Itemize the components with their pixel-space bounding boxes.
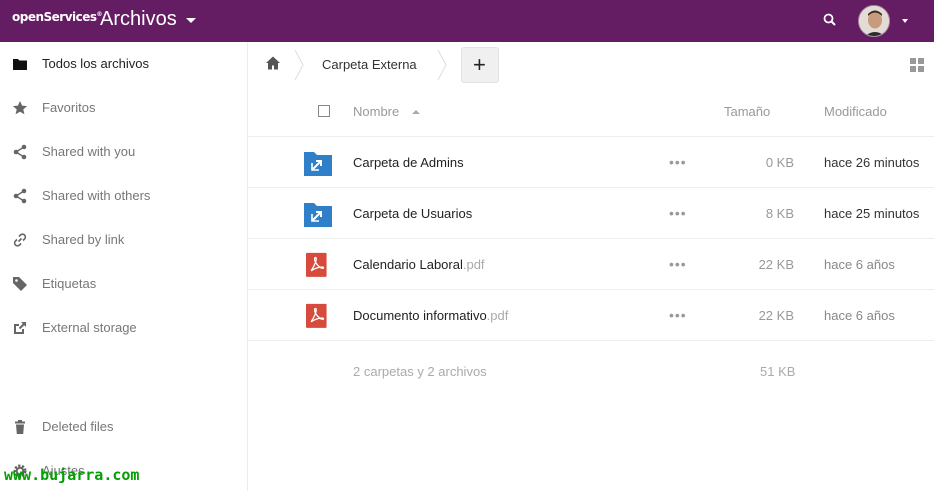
- sort-ascending-icon: [412, 110, 420, 114]
- chevron-down-icon: [185, 18, 196, 23]
- user-menu-chevron-icon[interactable]: [902, 19, 908, 23]
- grid-view-icon[interactable]: [910, 58, 924, 72]
- more-options-icon[interactable]: •••: [669, 154, 687, 170]
- share-icon: [13, 188, 27, 204]
- share-icon: [13, 144, 27, 160]
- sidebar-item-label: Shared with others: [42, 188, 151, 203]
- sidebar-item-deleted-files[interactable]: Deleted files: [0, 405, 247, 449]
- sidebar-item-external-storage[interactable]: External storage: [0, 306, 247, 350]
- file-name[interactable]: Calendario Laboral.pdf: [353, 257, 485, 272]
- sidebar-item-all-files[interactable]: Todos los archivos: [0, 42, 247, 86]
- table-row[interactable]: Documento informativo.pdf ••• 22 KB hace…: [248, 290, 934, 341]
- plus-icon: +: [473, 52, 486, 77]
- link-icon: [13, 233, 27, 247]
- top-bar: openServices® Archivos: [0, 0, 934, 42]
- pdf-icon: [306, 303, 327, 328]
- file-size: 8 KB: [765, 206, 794, 221]
- file-size: 0 KB: [765, 155, 794, 170]
- pdf-icon: [306, 252, 327, 277]
- sidebar-item-tags[interactable]: Etiquetas: [0, 262, 247, 306]
- file-name[interactable]: Documento informativo.pdf: [353, 308, 508, 323]
- app-menu-button[interactable]: Archivos: [100, 8, 196, 31]
- new-button[interactable]: +: [461, 47, 499, 83]
- file-size: 22 KB: [758, 257, 794, 272]
- app-title: Archivos: [100, 8, 177, 30]
- sidebar-item-favorites[interactable]: Favoritos: [0, 86, 247, 130]
- file-modified: hace 25 minutos: [824, 206, 920, 221]
- sidebar-item-shared-with-others[interactable]: Shared with others: [0, 174, 247, 218]
- file-modified: hace 6 años: [824, 257, 895, 272]
- file-name[interactable]: Carpeta de Admins: [353, 155, 464, 170]
- sidebar-item-label: External storage: [42, 320, 137, 335]
- avatar[interactable]: [858, 5, 890, 37]
- column-header-size[interactable]: Tamaño: [724, 104, 770, 119]
- file-summary: 2 carpetas y 2 archivos: [353, 364, 487, 379]
- total-size: 51 KB: [760, 364, 796, 379]
- table-row[interactable]: Carpeta de Admins ••• 0 KB hace 26 minut…: [248, 137, 934, 188]
- table-row[interactable]: Calendario Laboral.pdf ••• 22 KB hace 6 …: [248, 239, 934, 290]
- watermark: www.bujarra.com: [4, 466, 140, 484]
- external-link-icon: [14, 322, 26, 334]
- sidebar-item-label: Todos los archivos: [42, 56, 149, 71]
- column-header-name[interactable]: Nombre: [353, 104, 399, 119]
- folder-icon: [13, 59, 27, 70]
- search-icon[interactable]: [822, 12, 838, 28]
- star-icon: [12, 101, 28, 115]
- sidebar-item-shared-with-you[interactable]: Shared with you: [0, 130, 247, 174]
- tag-icon: [13, 277, 27, 291]
- breadcrumb-current-folder[interactable]: Carpeta Externa: [322, 57, 417, 72]
- file-modified: hace 6 años: [824, 308, 895, 323]
- shared-folder-icon: [304, 152, 332, 176]
- home-icon[interactable]: [265, 55, 281, 71]
- sidebar-item-label: Deleted files: [42, 419, 114, 434]
- more-options-icon[interactable]: •••: [669, 205, 687, 221]
- sidebar-item-label: Favoritos: [42, 100, 96, 115]
- table-row[interactable]: Carpeta de Usuarios ••• 8 KB hace 25 min…: [248, 188, 934, 239]
- trash-icon: [15, 420, 25, 434]
- breadcrumb-separator: [294, 50, 304, 80]
- sidebar: Todos los archivos Favoritos Shared with…: [0, 42, 248, 491]
- column-header-modified[interactable]: Modificado: [824, 104, 887, 119]
- file-name[interactable]: Carpeta de Usuarios: [353, 206, 472, 221]
- breadcrumb-separator: [437, 50, 447, 80]
- sidebar-item-shared-by-link[interactable]: Shared by link: [0, 218, 247, 262]
- file-size: 22 KB: [758, 308, 794, 323]
- more-options-icon[interactable]: •••: [669, 256, 687, 272]
- sidebar-item-label: Etiquetas: [42, 276, 97, 291]
- select-all-checkbox[interactable]: [318, 105, 330, 117]
- brand-logo[interactable]: openServices®: [12, 10, 103, 24]
- sidebar-item-label: Shared by link: [42, 232, 125, 247]
- more-options-icon[interactable]: •••: [669, 307, 687, 323]
- shared-folder-icon: [304, 203, 332, 227]
- sidebar-item-label: Shared with you: [42, 144, 136, 159]
- file-modified: hace 26 minutos: [824, 155, 920, 170]
